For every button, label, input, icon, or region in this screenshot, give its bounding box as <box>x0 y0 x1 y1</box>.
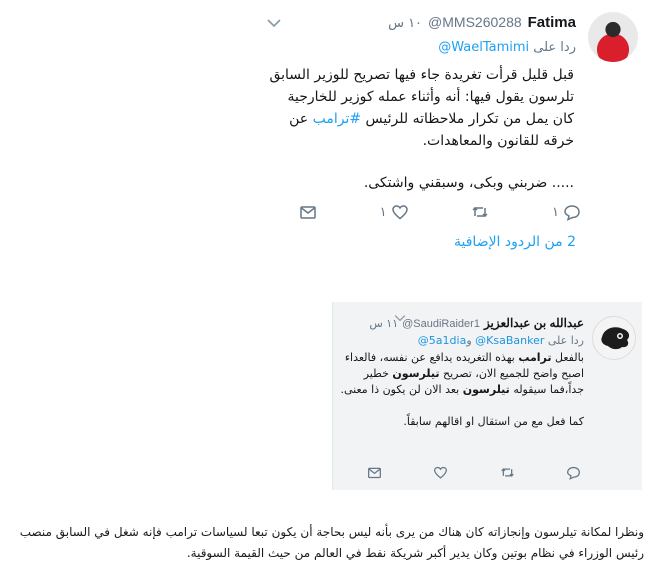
tweet-paragraph: كما فعل مع من استقال او اقالهم سابقاً. <box>403 415 584 428</box>
tweet-time[interactable]: ١١ س <box>369 317 398 330</box>
reply-button[interactable] <box>566 465 581 480</box>
tweet-actions <box>367 462 581 482</box>
tweet-text: بعد الان لن يكون ذا معنى. <box>340 383 460 396</box>
like-button[interactable]: ١ <box>380 203 409 221</box>
like-count: ١ <box>379 204 387 220</box>
reply-to-link[interactable]: @WaelTamimi <box>438 40 529 55</box>
tweet-header: ١٠ س @MMS260288 Fatima <box>388 14 576 31</box>
reply-to-link[interactable]: @KsaBanker <box>475 334 544 347</box>
reply-icon <box>567 466 580 480</box>
avatar[interactable] <box>588 12 638 62</box>
tweet-time[interactable]: ١٠ س <box>388 16 422 31</box>
tweet-paragraph: بالفعل ترامب بهذه التغريده يدافع عن نفسه… <box>339 350 584 398</box>
tweet-paragraph: قبل قليل قرأت تغريدة جاء فيها تصريح للوز… <box>264 64 574 152</box>
retweet-button[interactable] <box>500 465 515 480</box>
avatar[interactable] <box>592 316 636 360</box>
tweet-text-bold: تيلرسون <box>462 383 510 396</box>
tweet-text-bold: ترامب <box>518 351 552 364</box>
tweet-author-name[interactable]: Fatima <box>528 14 576 31</box>
reply-to-line: ردا على @KsaBanker و@5a1dia <box>418 334 584 347</box>
message-icon <box>300 206 316 219</box>
tweet-text: بالفعل <box>555 351 584 364</box>
tweet-card-abdullah[interactable]: ١١ س @SaudiRaider1 عبدالله بن عبدالعزيز … <box>332 302 642 490</box>
reply-button[interactable]: ١ <box>552 203 581 221</box>
reply-prefix: ردا على <box>533 40 576 55</box>
tweet-card-fatima[interactable]: ١٠ س @MMS260288 Fatima ردا على @WaelTami… <box>255 2 644 272</box>
message-button[interactable] <box>299 203 317 221</box>
retweet-icon <box>472 206 488 218</box>
tweet-paragraph: ..... ضربني وبكى، وسبقني واشتكى. <box>363 175 574 191</box>
tweet-header: ١١ س @SaudiRaider1 عبدالله بن عبدالعزيز <box>369 316 584 330</box>
retweet-icon <box>500 467 514 477</box>
like-button[interactable] <box>433 465 448 480</box>
tweet-body: بالفعل ترامب بهذه التغريده يدافع عن نفسه… <box>339 350 584 430</box>
tweet-handle[interactable]: @MMS260288 <box>428 14 522 30</box>
tweet-author-name[interactable]: عبدالله بن عبدالعزيز <box>484 316 584 330</box>
hashtag-link[interactable]: #ترامب <box>313 111 362 127</box>
chevron-down-icon[interactable] <box>267 18 281 28</box>
tweet-actions: ١ ١ <box>299 202 581 222</box>
reply-join: و <box>466 334 472 347</box>
tweet-text-bold: تيلرسون <box>392 367 440 380</box>
retweet-button[interactable] <box>471 203 489 221</box>
reply-icon <box>564 205 580 221</box>
message-icon <box>368 467 381 478</box>
like-icon <box>391 205 408 220</box>
reply-prefix: ردا على <box>547 334 584 347</box>
like-icon <box>434 466 448 479</box>
reply-to-link[interactable]: @5a1dia <box>418 334 467 347</box>
reply-to-line: ردا على @WaelTamimi <box>438 40 576 55</box>
message-button[interactable] <box>367 465 382 480</box>
article-paragraph: ونظرا لمكانة تيلرسون وإنجازاته كان هناك … <box>19 525 644 560</box>
more-replies-link[interactable]: 2 من الردود الإضافية <box>454 234 576 250</box>
tweet-body: قبل قليل قرأت تغريدة جاء فيها تصريح للوز… <box>264 64 574 194</box>
reply-count: ١ <box>552 204 559 220</box>
tweet-handle[interactable]: @SaudiRaider1 <box>402 318 480 330</box>
avatar-image <box>593 317 635 359</box>
